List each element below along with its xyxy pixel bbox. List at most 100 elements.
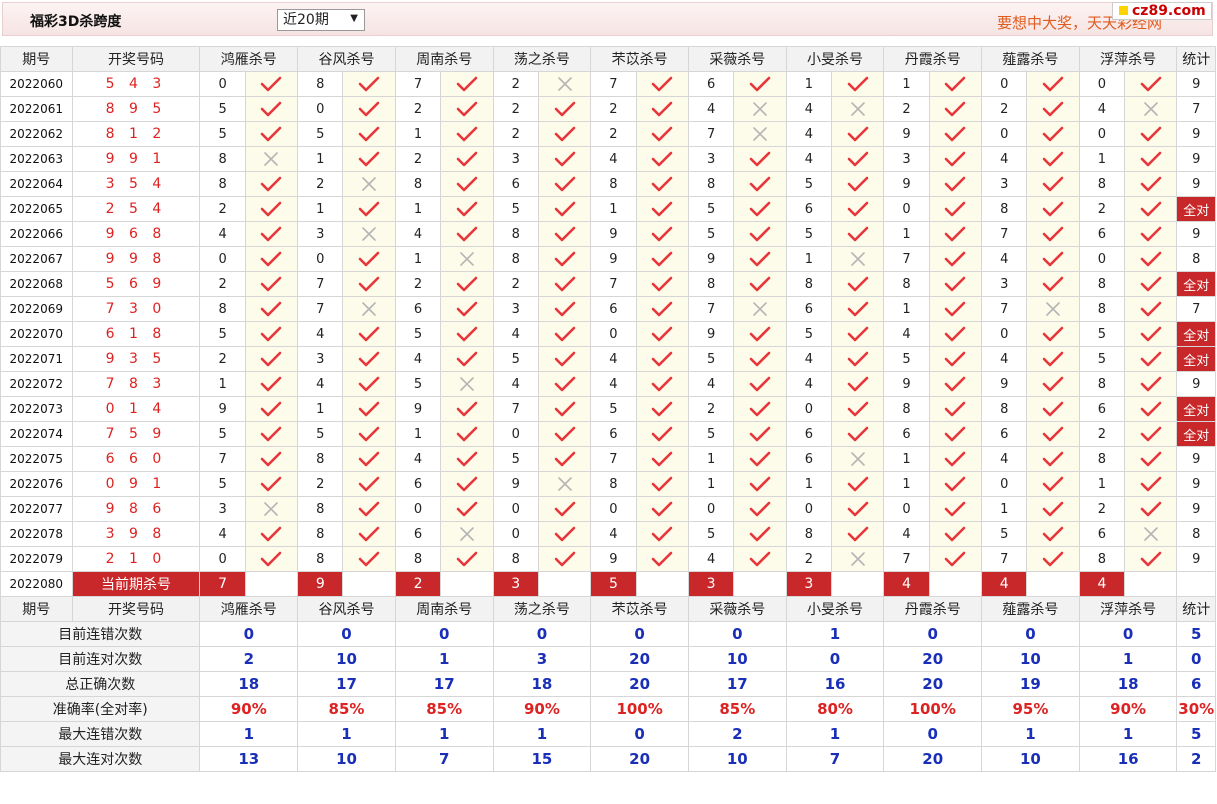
check-icon bbox=[733, 346, 787, 372]
summary-value: 17 bbox=[687, 671, 787, 697]
kill-number: 4 bbox=[687, 546, 735, 572]
check-icon bbox=[1026, 346, 1080, 372]
summary-value: 17 bbox=[394, 671, 494, 697]
kill-number: 3 bbox=[883, 146, 930, 172]
check-icon bbox=[830, 496, 885, 522]
kill-number: 3 bbox=[981, 171, 1028, 197]
empty-cell bbox=[440, 571, 494, 597]
table-header-row: 期号 开奖号码 鸿雁杀号 谷风杀号 周南杀号 荡之杀号 芣苡杀号 采薇杀号 小旻杀号 丹霞杀号 薤露… bbox=[0, 46, 1216, 72]
check-icon bbox=[244, 546, 299, 572]
check-icon bbox=[440, 146, 494, 172]
check-icon bbox=[537, 121, 592, 147]
kill-number: 5 bbox=[297, 421, 344, 447]
check-icon bbox=[342, 96, 396, 122]
all-correct-badge: 全对 bbox=[1176, 346, 1216, 372]
check-icon bbox=[1026, 321, 1080, 347]
check-icon bbox=[440, 271, 494, 297]
summary-value: 3 bbox=[492, 646, 592, 672]
kill-number: 7 bbox=[981, 221, 1028, 247]
check-icon bbox=[537, 171, 592, 197]
kill-number: 9 bbox=[199, 396, 246, 422]
issue-number: 2022064 bbox=[0, 171, 73, 197]
summary-value: 10 bbox=[297, 646, 396, 672]
cross-icon bbox=[830, 96, 885, 122]
all-correct-badge: 全对 bbox=[1176, 421, 1216, 447]
check-icon bbox=[635, 521, 689, 547]
cross-icon bbox=[244, 496, 299, 522]
kill-number: 1 bbox=[883, 446, 930, 472]
row-stat: 7 bbox=[1176, 96, 1216, 122]
all-correct-badge: 全对 bbox=[1176, 321, 1216, 347]
table-row: 2022072 7 8 31 4 5 4 4 4 4 9 9 8 9 bbox=[0, 371, 1216, 397]
check-icon bbox=[635, 196, 689, 222]
kill-number: 1 bbox=[394, 421, 442, 447]
check-icon bbox=[1124, 171, 1178, 197]
check-icon bbox=[1124, 446, 1178, 472]
page-title: 福彩3D杀跨度 bbox=[30, 14, 122, 30]
summary-value: 90% bbox=[199, 696, 299, 722]
cross-icon bbox=[537, 71, 592, 97]
kill-number: 8 bbox=[199, 171, 246, 197]
kill-number: 6 bbox=[492, 171, 539, 197]
logo-square-icon bbox=[1119, 6, 1128, 15]
kill-number: 1 bbox=[785, 71, 833, 97]
check-icon bbox=[537, 321, 592, 347]
kill-number: 1 bbox=[297, 146, 344, 172]
check-icon bbox=[342, 246, 396, 272]
draw-numbers: 9 9 1 bbox=[71, 146, 201, 172]
column-header: 荡之杀号 bbox=[492, 596, 592, 622]
top-bar: 福彩3D杀跨度 近20期 ▼ 要想中大奖，天天彩经网 bbox=[2, 2, 1213, 36]
check-icon bbox=[635, 396, 689, 422]
check-icon bbox=[244, 321, 299, 347]
check-icon bbox=[733, 321, 787, 347]
cross-icon bbox=[342, 296, 396, 322]
check-icon bbox=[830, 296, 885, 322]
check-icon bbox=[635, 321, 689, 347]
column-header: 鸿雁杀号 bbox=[199, 46, 299, 72]
check-icon bbox=[1026, 121, 1080, 147]
check-icon bbox=[342, 546, 396, 572]
kill-number: 6 bbox=[1078, 521, 1126, 547]
check-icon bbox=[244, 521, 299, 547]
table-row: 2022069 7 3 087636761787 bbox=[0, 296, 1216, 322]
kill-number: 6 bbox=[394, 471, 442, 497]
check-icon bbox=[733, 396, 787, 422]
site-badge[interactable]: cz89.com bbox=[1112, 2, 1212, 20]
summary-value: 2 bbox=[199, 646, 299, 672]
check-icon bbox=[342, 421, 396, 447]
kill-number: 8 bbox=[199, 146, 246, 172]
kill-number: 8 bbox=[590, 171, 637, 197]
kill-number: 4 bbox=[590, 346, 637, 372]
kill-number: 3 bbox=[981, 271, 1028, 297]
kill-number: 6 bbox=[394, 296, 442, 322]
check-icon bbox=[440, 396, 494, 422]
kill-number: 2 bbox=[297, 471, 344, 497]
check-icon bbox=[830, 271, 885, 297]
period-select[interactable]: 近20期 ▼ bbox=[277, 9, 365, 31]
issue-number: 2022066 bbox=[0, 221, 73, 247]
check-icon bbox=[830, 396, 885, 422]
check-icon bbox=[244, 296, 299, 322]
kill-number: 0 bbox=[981, 471, 1028, 497]
check-icon bbox=[244, 396, 299, 422]
issue-number: 2022069 bbox=[0, 296, 73, 322]
check-icon bbox=[244, 446, 299, 472]
kill-number: 2 bbox=[590, 96, 637, 122]
kill-number: 7 bbox=[492, 396, 539, 422]
summary-value: 20 bbox=[883, 671, 983, 697]
cross-icon bbox=[244, 146, 299, 172]
table-row: 2022073 0 1 4 9 1 9 7 5 2 0 8 8 6 全对 bbox=[0, 396, 1216, 422]
summary-label: 目前连对次数 bbox=[0, 646, 201, 672]
row-stat: 9 bbox=[1176, 446, 1216, 472]
kill-number: 2 bbox=[492, 271, 539, 297]
check-icon bbox=[928, 296, 983, 322]
kill-number: 1 bbox=[785, 471, 833, 497]
kill-number: 4 bbox=[785, 146, 833, 172]
draw-numbers: 0 9 1 bbox=[71, 471, 201, 497]
summary-label: 总正确次数 bbox=[0, 671, 201, 697]
kill-number: 5 bbox=[492, 346, 539, 372]
kill-number: 5 bbox=[199, 321, 246, 347]
kill-number: 2 bbox=[492, 121, 539, 147]
kill-number: 8 bbox=[297, 71, 344, 97]
kill-number: 8 bbox=[297, 521, 344, 547]
